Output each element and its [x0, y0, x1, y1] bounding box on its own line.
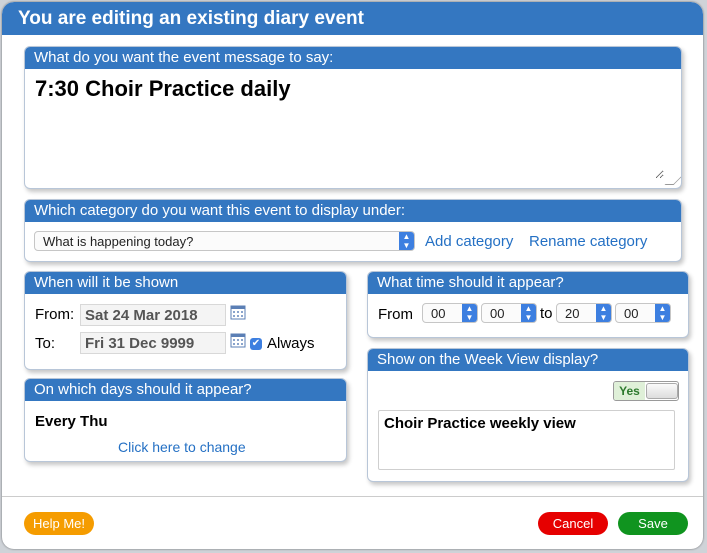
from-minute-select[interactable]: 00 ▲ ▼ — [481, 303, 537, 323]
message-panel-header: What do you want the event message to sa… — [25, 47, 681, 69]
add-category-link[interactable]: Add category — [425, 233, 513, 250]
calendar-icon[interactable] — [230, 304, 246, 320]
from-date-input[interactable]: Sat 24 Mar 2018 — [80, 304, 226, 326]
to-minute-select[interactable]: 00 ▲ ▼ — [615, 303, 671, 323]
category-panel: Which category do you want this event to… — [24, 199, 682, 262]
time-panel: What time should it appear? From 00 ▲ ▼ 0… — [367, 271, 689, 338]
days-value: Every Thu — [35, 413, 108, 430]
select-arrow-icon: ▲ ▼ — [399, 232, 414, 250]
time-to-label: to — [540, 305, 553, 322]
days-panel: On which days should it appear? Every Th… — [24, 378, 347, 462]
time-panel-header: What time should it appear? — [368, 272, 688, 294]
to-date-input[interactable]: Fri 31 Dec 9999 — [80, 332, 226, 354]
from-hour-value: 00 — [431, 306, 446, 321]
always-label: Always — [267, 335, 315, 352]
category-select-value: What is happening today? — [43, 234, 194, 249]
week-view-panel-header: Show on the Week View display? — [368, 349, 688, 371]
help-button[interactable]: Help Me! — [24, 512, 94, 535]
select-arrow-icon: ▲ ▼ — [596, 304, 611, 322]
week-view-text-input[interactable]: Choir Practice weekly view — [378, 410, 675, 470]
from-hour-select[interactable]: 00 ▲ ▼ — [422, 303, 478, 323]
select-arrow-icon: ▲ ▼ — [521, 304, 536, 322]
dialog-title: You are editing an existing diary event — [2, 2, 703, 35]
shown-to-label: To: — [35, 335, 56, 352]
to-hour-value: 20 — [565, 306, 580, 321]
edit-event-dialog: You are editing an existing diary event … — [2, 2, 703, 549]
category-panel-header: Which category do you want this event to… — [25, 200, 681, 222]
week-view-toggle[interactable]: Yes — [613, 381, 679, 401]
event-message-input[interactable]: 7:30 Choir Practice daily — [33, 74, 664, 179]
cancel-button[interactable]: Cancel — [538, 512, 608, 535]
toggle-yes-label: Yes — [614, 382, 645, 400]
message-panel: What do you want the event message to sa… — [24, 46, 682, 189]
to-hour-select[interactable]: 20 ▲ ▼ — [556, 303, 612, 323]
select-arrow-icon: ▲ ▼ — [462, 304, 477, 322]
shown-from-label: From: — [35, 306, 75, 323]
from-minute-value: 00 — [490, 306, 505, 321]
rename-category-link[interactable]: Rename category — [529, 233, 647, 250]
calendar-icon[interactable] — [230, 332, 246, 348]
save-button[interactable]: Save — [618, 512, 688, 535]
category-select[interactable]: What is happening today? ▲ ▼ — [34, 231, 415, 251]
footer-divider — [2, 496, 703, 497]
shown-panel: When will it be shown From: Sat 24 Mar 2… — [24, 271, 347, 370]
days-panel-header: On which days should it appear? — [25, 379, 346, 401]
resize-grip-icon[interactable] — [664, 176, 681, 185]
week-view-panel: Show on the Week View display? Yes Choir… — [367, 348, 689, 482]
always-checkbox[interactable]: ✔ — [250, 338, 262, 350]
select-arrow-icon: ▲ ▼ — [655, 304, 670, 322]
to-minute-value: 00 — [624, 306, 639, 321]
time-from-label: From — [378, 306, 413, 323]
shown-panel-header: When will it be shown — [25, 272, 346, 294]
change-days-link[interactable]: Click here to change — [118, 439, 246, 455]
toggle-knob — [646, 383, 678, 399]
